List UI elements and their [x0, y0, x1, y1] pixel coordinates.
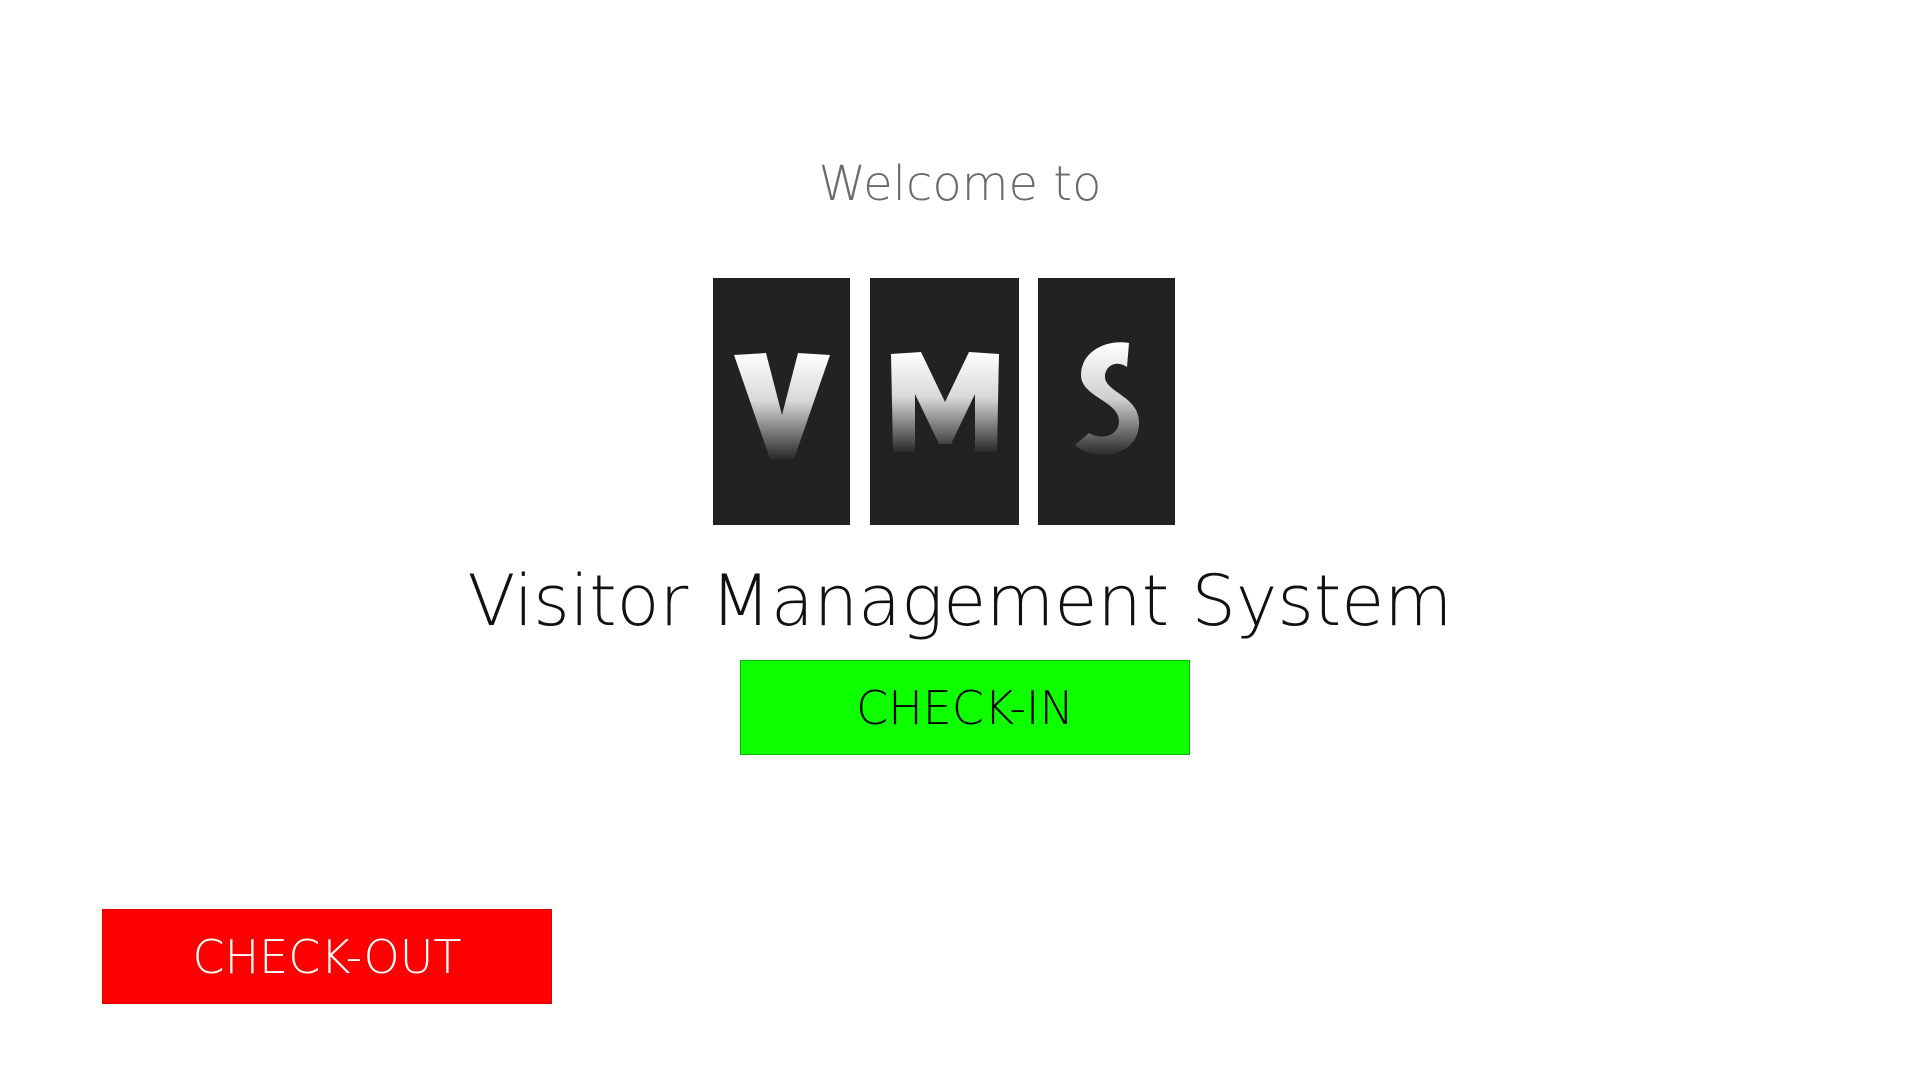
check-in-button[interactable]: CHECK-IN: [740, 660, 1190, 755]
welcome-screen: Welcome to Visitor Management System CHE…: [0, 0, 1920, 1080]
check-out-button[interactable]: CHECK-OUT: [102, 909, 552, 1004]
vms-logo: [713, 278, 1177, 528]
logo-tile-v: [713, 278, 850, 525]
welcome-text: Welcome to: [818, 156, 1102, 212]
logo-letter-v: [733, 352, 830, 459]
app-title: Visitor Management System: [467, 560, 1453, 642]
logo-letter-s: [1074, 341, 1139, 455]
logo-tile-s: [1038, 278, 1175, 525]
logo-letter-m: [890, 351, 999, 452]
logo-tile-m: [870, 278, 1019, 525]
